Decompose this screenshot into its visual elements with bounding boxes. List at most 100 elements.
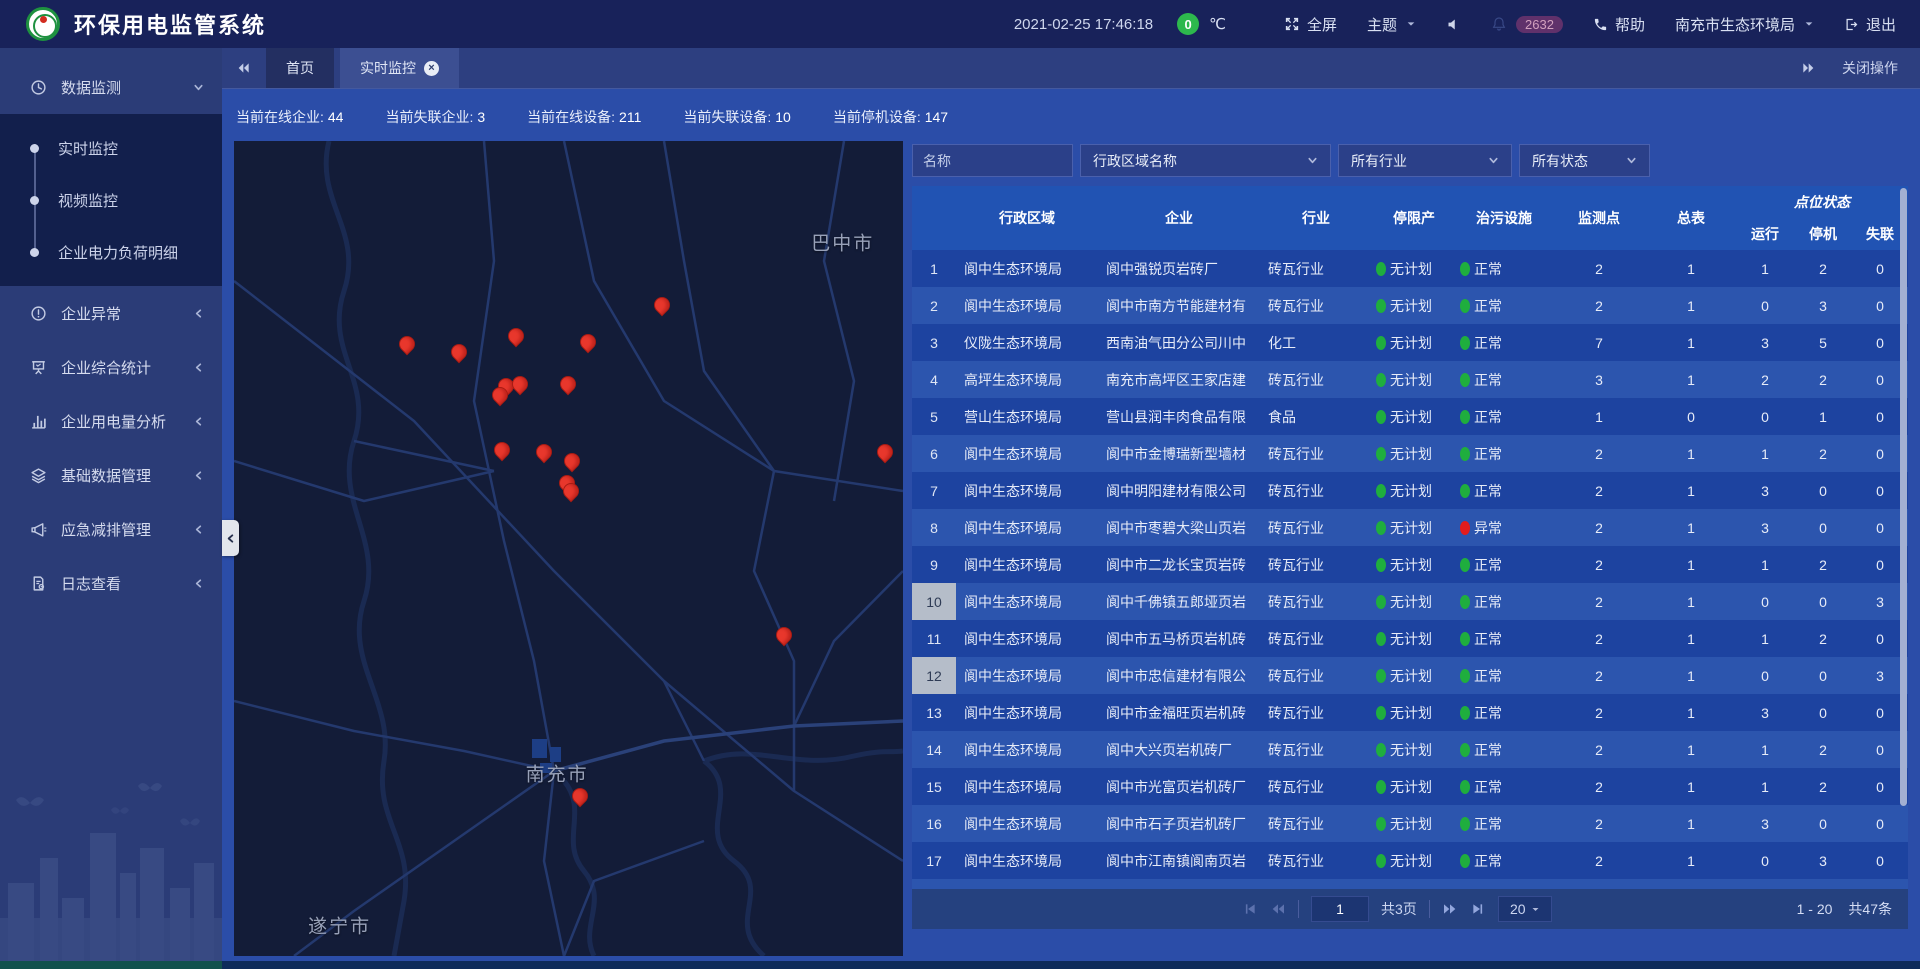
cell-total-meter: 1 (1646, 657, 1736, 694)
close-tab-icon[interactable]: × (424, 61, 439, 76)
chevron-down-icon (1406, 19, 1416, 29)
map-canvas[interactable]: 巴中市南充市遂宁市 (234, 141, 903, 956)
status-dot (1460, 484, 1470, 498)
cell-monitor-points: 2 (1552, 435, 1646, 472)
sidebar-item[interactable]: 企业异常 (0, 286, 222, 340)
mute-button[interactable] (1446, 17, 1461, 32)
cell-stop-limit: 无计划 (1372, 768, 1456, 805)
table-row[interactable]: 12阆中生态环境局阆中市忠信建材有限公砖瓦行业无计划正常21003 (912, 657, 1908, 694)
sidebar-submenu: 实时监控视频监控企业电力负荷明细 (0, 114, 222, 286)
prev-page-icon[interactable] (1270, 901, 1286, 917)
cell-total-meter: 1 (1646, 287, 1736, 324)
filter-bar: 行政区域名称所有行业 所有状态 (912, 144, 1650, 177)
region-select[interactable]: 行政区域名称 (1080, 144, 1331, 177)
cell-stopped: 3 (1794, 842, 1852, 879)
status-dot (1376, 484, 1386, 498)
sidebar-item[interactable]: 企业用电量分析 (0, 394, 222, 448)
help-button[interactable]: 帮助 (1593, 14, 1645, 35)
stat-item: 当前停机设备:147 (833, 107, 948, 127)
sidebar-collapse-button[interactable] (222, 520, 239, 556)
table-row[interactable]: 7阆中生态环境局阆中明阳建材有限公司砖瓦行业无计划正常21300 (912, 472, 1908, 509)
cell-total-meter: 1 (1646, 324, 1736, 361)
status-dot (1376, 336, 1386, 350)
sidebar-subitem[interactable]: 视频监控 (0, 174, 222, 226)
cell-company: 阆中强锐页岩砖厂 (1098, 250, 1260, 287)
map-city-label: 遂宁市 (308, 912, 371, 939)
table-row[interactable]: 8阆中生态环境局阆中市枣碧大梁山页岩砖瓦行业无计划异常21300 (912, 509, 1908, 546)
cell-company: 阆中市枣碧大梁山页岩 (1098, 509, 1260, 546)
sidebar-item[interactable]: 基础数据管理 (0, 448, 222, 502)
cell-region: 阆中生态环境局 (956, 842, 1098, 879)
cell-monitor-points: 7 (1552, 324, 1646, 361)
cell-company: 阆中市南方节能建材有 (1098, 287, 1260, 324)
table-row[interactable]: 14阆中生态环境局阆中大兴页岩机砖厂砖瓦行业无计划正常21120 (912, 731, 1908, 768)
skyline-decoration (0, 763, 222, 963)
table-row[interactable]: 11阆中生态环境局阆中市五马桥页岩机砖砖瓦行业无计划正常21120 (912, 620, 1908, 657)
table-row[interactable]: 18南部生态环境局南部县建材有限公司建材加工无计划正常50050 (912, 879, 1908, 889)
cell-company: 阆中明阳建材有限公司 (1098, 472, 1260, 509)
col-index (912, 186, 956, 250)
cell-industry: 砖瓦行业 (1260, 250, 1372, 287)
cell-industry: 砖瓦行业 (1260, 546, 1372, 583)
status-select[interactable]: 所有状态 (1519, 144, 1650, 177)
sidebar-item[interactable]: 日志查看 (0, 556, 222, 610)
sidebar-subitem[interactable]: 企业电力负荷明细 (0, 226, 222, 278)
cell-run: 0 (1736, 842, 1794, 879)
chevron-left-icon (193, 470, 204, 481)
tabs-scroll-right-icon[interactable] (1800, 60, 1816, 76)
name-filter-input[interactable] (912, 144, 1073, 177)
page-number-input[interactable] (1311, 896, 1369, 922)
last-page-icon[interactable] (1470, 901, 1486, 917)
sidebar-subitem[interactable]: 实时监控 (0, 122, 222, 174)
org-dropdown[interactable]: 南充市生态环境局 (1675, 14, 1814, 35)
scrollbar-thumb[interactable] (1900, 188, 1907, 806)
table-row[interactable]: 4高坪生态环境局南充市高坪区王家店建砖瓦行业无计划正常31220 (912, 361, 1908, 398)
status-dot (1376, 521, 1386, 535)
sidebar-item[interactable]: 应急减排管理 (0, 502, 222, 556)
sub-column-header: 运行 (1736, 218, 1794, 250)
table-row[interactable]: 10阆中生态环境局阆中千佛镇五郎垭页岩砖瓦行业无计划正常21003 (912, 583, 1908, 620)
select-value: 所有行业 (1351, 151, 1407, 171)
row-index: 11 (912, 620, 956, 657)
table-row[interactable]: 9阆中生态环境局阆中市二龙长宝页岩砖砖瓦行业无计划正常21120 (912, 546, 1908, 583)
table-row[interactable]: 16阆中生态环境局阆中市石子页岩机砖厂砖瓦行业无计划正常21300 (912, 805, 1908, 842)
table-row[interactable]: 15阆中生态环境局阆中市光富页岩机砖厂砖瓦行业无计划正常21120 (912, 768, 1908, 805)
fullscreen-button[interactable]: 全屏 (1284, 14, 1337, 35)
table-scrollbar[interactable] (1900, 188, 1907, 887)
cell-total-meter: 1 (1646, 472, 1736, 509)
status-dot (1376, 595, 1386, 609)
cell-run: 3 (1736, 694, 1794, 731)
next-page-icon[interactable] (1442, 901, 1458, 917)
sidebar-subitem-label: 视频监控 (58, 190, 118, 211)
cell-industry: 砖瓦行业 (1260, 287, 1372, 324)
table-row[interactable]: 13阆中生态环境局阆中市金福旺页岩机砖砖瓦行业无计划正常21300 (912, 694, 1908, 731)
table-row[interactable]: 5营山生态环境局营山县润丰肉食品有限食品无计划正常10010 (912, 398, 1908, 435)
table-row[interactable]: 2阆中生态环境局阆中市南方节能建材有砖瓦行业无计划正常21030 (912, 287, 1908, 324)
table-row[interactable]: 6阆中生态环境局阆中市金博瑞新型墙材砖瓦行业无计划正常21120 (912, 435, 1908, 472)
tab-item[interactable]: 首页 (266, 48, 334, 88)
first-page-icon[interactable] (1242, 901, 1258, 917)
cell-stopped: 0 (1794, 805, 1852, 842)
cell-facility: 异常 (1456, 509, 1552, 546)
page-size-select[interactable]: 20 (1498, 896, 1552, 922)
table-row[interactable]: 3仪陇生态环境局西南油气田分公司川中化工无计划正常71350 (912, 324, 1908, 361)
notification-bell[interactable]: 2632 (1491, 16, 1563, 33)
theme-dropdown[interactable]: 主题 (1367, 14, 1416, 35)
table-row[interactable]: 1阆中生态环境局阆中强锐页岩砖厂砖瓦行业无计划正常21120 (912, 250, 1908, 287)
cell-company: 阆中市金福旺页岩机砖 (1098, 694, 1260, 731)
cell-facility: 正常 (1456, 398, 1552, 435)
cell-run: 1 (1736, 435, 1794, 472)
table-row[interactable]: 17阆中生态环境局阆中市江南镇阆南页岩砖瓦行业无计划正常21030 (912, 842, 1908, 879)
industry-select[interactable]: 所有行业 (1338, 144, 1512, 177)
status-dot (1376, 373, 1386, 387)
layers-icon (30, 467, 47, 484)
cell-facility: 正常 (1456, 583, 1552, 620)
sidebar-item[interactable]: 企业综合统计 (0, 340, 222, 394)
close-operations-button[interactable]: 关闭操作 (1842, 58, 1898, 78)
logout-button[interactable]: 退出 (1844, 14, 1896, 35)
tabs-scroll-left-icon[interactable] (236, 60, 252, 76)
sidebar-item[interactable]: 数据监测 (0, 60, 222, 114)
cell-monitor-points: 2 (1552, 657, 1646, 694)
tab-active[interactable]: 实时监控× (340, 48, 459, 88)
cell-industry: 砖瓦行业 (1260, 842, 1372, 879)
